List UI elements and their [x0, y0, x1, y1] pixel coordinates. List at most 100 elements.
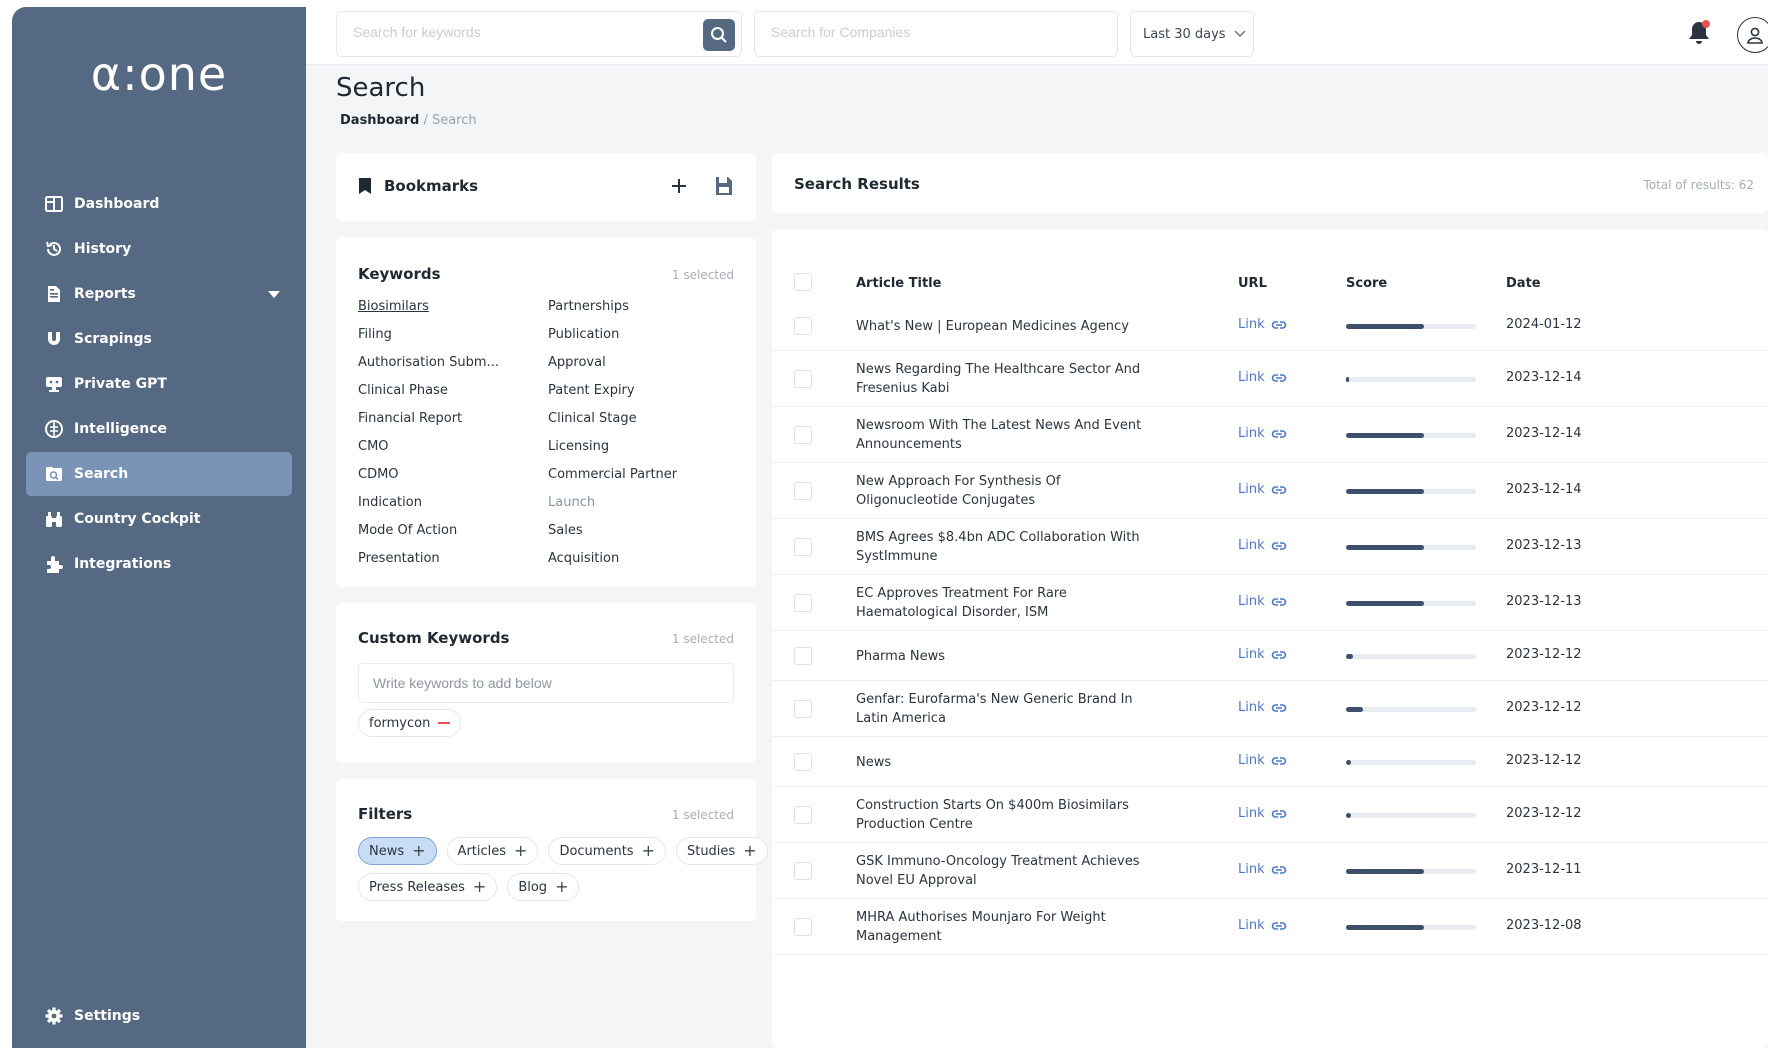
- add-bookmark-button[interactable]: [670, 177, 688, 195]
- filter-chip-blog[interactable]: Blog +: [507, 873, 580, 901]
- column-header-date[interactable]: Date: [1506, 276, 1541, 291]
- sidebar-item-dashboard[interactable]: Dashboard: [26, 182, 292, 226]
- row-checkbox[interactable]: [794, 594, 812, 612]
- keyword-item[interactable]: Authorisation Subm...: [358, 355, 548, 383]
- sidebar-item-settings[interactable]: Settings: [44, 1006, 140, 1026]
- sidebar-item-integrations[interactable]: Integrations: [26, 542, 292, 586]
- table-row[interactable]: New Approach For Synthesis Of Oligonucle…: [772, 463, 1768, 519]
- column-header-url[interactable]: URL: [1238, 276, 1267, 291]
- column-header-title[interactable]: Article Title: [856, 276, 941, 291]
- notifications-button[interactable]: [1686, 19, 1712, 51]
- keyword-item[interactable]: Launch: [548, 495, 738, 523]
- sidebar-item-search[interactable]: Search: [26, 452, 292, 496]
- chevron-down-icon[interactable]: [268, 291, 280, 298]
- sidebar-item-history[interactable]: History: [26, 227, 292, 271]
- row-checkbox[interactable]: [794, 700, 812, 718]
- keyword-item[interactable]: Commercial Partner: [548, 467, 738, 495]
- keyword-item[interactable]: Acquisition: [548, 551, 738, 579]
- table-row[interactable]: What's New | European Medicines Agency Li…: [772, 301, 1768, 351]
- keyword-item[interactable]: CMO: [358, 439, 548, 467]
- table-row[interactable]: BMS Agrees $8.4bn ADC Collaboration With…: [772, 519, 1768, 575]
- sidebar-item-reports[interactable]: Reports: [26, 272, 292, 316]
- article-title[interactable]: Pharma News: [856, 647, 1156, 666]
- article-link[interactable]: Link: [1238, 370, 1287, 385]
- table-row[interactable]: Newsroom With The Latest News And Event …: [772, 407, 1768, 463]
- article-link[interactable]: Link: [1238, 594, 1287, 609]
- article-link[interactable]: Link: [1238, 538, 1287, 553]
- article-link[interactable]: Link: [1238, 918, 1287, 933]
- sidebar-item-intelligence[interactable]: Intelligence: [26, 407, 292, 451]
- table-row[interactable]: Genfar: Eurofarma's New Generic Brand In…: [772, 681, 1768, 737]
- sidebar-item-scrapings[interactable]: Scrapings: [26, 317, 292, 361]
- breadcrumb-dashboard[interactable]: Dashboard: [340, 113, 419, 128]
- article-title[interactable]: News: [856, 753, 1156, 772]
- select-all-checkbox[interactable]: [794, 273, 812, 291]
- remove-icon[interactable]: [438, 722, 451, 724]
- article-link[interactable]: Link: [1238, 426, 1287, 441]
- company-search-input[interactable]: [771, 24, 1111, 40]
- article-link[interactable]: Link: [1238, 647, 1287, 662]
- row-checkbox[interactable]: [794, 753, 812, 771]
- table-row[interactable]: MHRA Authorises Mounjaro For Weight Mana…: [772, 899, 1768, 955]
- keyword-item[interactable]: Mode Of Action: [358, 523, 548, 551]
- sidebar-item-private-gpt[interactable]: Private GPT: [26, 362, 292, 406]
- row-checkbox[interactable]: [794, 317, 812, 335]
- article-title[interactable]: New Approach For Synthesis Of Oligonucle…: [856, 472, 1156, 510]
- table-row[interactable]: EC Approves Treatment For Rare Haematolo…: [772, 575, 1768, 631]
- table-row[interactable]: Pharma News Link 2023-12-12: [772, 631, 1768, 681]
- row-checkbox[interactable]: [794, 426, 812, 444]
- row-checkbox[interactable]: [794, 918, 812, 936]
- article-title[interactable]: GSK Immuno-Oncology Treatment Achieves N…: [856, 852, 1156, 890]
- article-title[interactable]: EC Approves Treatment For Rare Haematolo…: [856, 584, 1156, 622]
- article-link[interactable]: Link: [1238, 317, 1287, 332]
- keyword-search-input[interactable]: [353, 24, 693, 40]
- article-link[interactable]: Link: [1238, 806, 1287, 821]
- article-title[interactable]: Genfar: Eurofarma's New Generic Brand In…: [856, 690, 1156, 728]
- keyword-item[interactable]: Clinical Stage: [548, 411, 738, 439]
- article-title[interactable]: Construction Starts On $400m Biosimilars…: [856, 796, 1156, 834]
- filter-chip-news[interactable]: News +: [358, 837, 437, 865]
- row-checkbox[interactable]: [794, 538, 812, 556]
- article-link[interactable]: Link: [1238, 862, 1287, 877]
- keyword-item[interactable]: Sales: [548, 523, 738, 551]
- article-title[interactable]: MHRA Authorises Mounjaro For Weight Mana…: [856, 908, 1156, 946]
- article-title[interactable]: Newsroom With The Latest News And Event …: [856, 416, 1156, 454]
- filter-chip-articles[interactable]: Articles +: [446, 837, 539, 865]
- article-link[interactable]: Link: [1238, 482, 1287, 497]
- filter-chip-studies[interactable]: Studies +: [675, 837, 768, 865]
- article-title[interactable]: News Regarding The Healthcare Sector And…: [856, 360, 1156, 398]
- keyword-item[interactable]: Indication: [358, 495, 548, 523]
- custom-keyword-input[interactable]: [373, 675, 713, 691]
- table-row[interactable]: Construction Starts On $400m Biosimilars…: [772, 787, 1768, 843]
- column-header-score[interactable]: Score: [1346, 276, 1387, 291]
- row-checkbox[interactable]: [794, 647, 812, 665]
- row-checkbox[interactable]: [794, 370, 812, 388]
- filter-chip-press-releases[interactable]: Press Releases +: [358, 873, 498, 901]
- keyword-item[interactable]: Filing: [358, 327, 548, 355]
- user-menu-button[interactable]: [1737, 17, 1768, 53]
- keyword-item[interactable]: Licensing: [548, 439, 738, 467]
- row-checkbox[interactable]: [794, 862, 812, 880]
- keyword-item[interactable]: Patent Expiry: [548, 383, 738, 411]
- filter-chip-documents[interactable]: Documents +: [548, 837, 666, 865]
- search-button[interactable]: [703, 19, 735, 51]
- table-row[interactable]: GSK Immuno-Oncology Treatment Achieves N…: [772, 843, 1768, 899]
- keyword-item[interactable]: Presentation: [358, 551, 548, 579]
- table-row[interactable]: News Link 2023-12-12: [772, 737, 1768, 787]
- keyword-item[interactable]: Financial Report: [358, 411, 548, 439]
- keyword-item[interactable]: Publication: [548, 327, 738, 355]
- sidebar-item-country-cockpit[interactable]: Country Cockpit: [26, 497, 292, 541]
- row-checkbox[interactable]: [794, 482, 812, 500]
- article-link[interactable]: Link: [1238, 700, 1287, 715]
- keyword-item[interactable]: Biosimilars: [358, 299, 548, 327]
- date-range-select[interactable]: Last 30 days: [1130, 11, 1254, 57]
- row-checkbox[interactable]: [794, 806, 812, 824]
- keyword-item[interactable]: Partnerships: [548, 299, 738, 327]
- save-bookmark-button[interactable]: [714, 175, 734, 197]
- article-title[interactable]: What's New | European Medicines Agency: [856, 317, 1156, 336]
- keyword-item[interactable]: Approval: [548, 355, 738, 383]
- keyword-item[interactable]: Clinical Phase: [358, 383, 548, 411]
- article-title[interactable]: BMS Agrees $8.4bn ADC Collaboration With…: [856, 528, 1156, 566]
- article-link[interactable]: Link: [1238, 753, 1287, 768]
- table-row[interactable]: News Regarding The Healthcare Sector And…: [772, 351, 1768, 407]
